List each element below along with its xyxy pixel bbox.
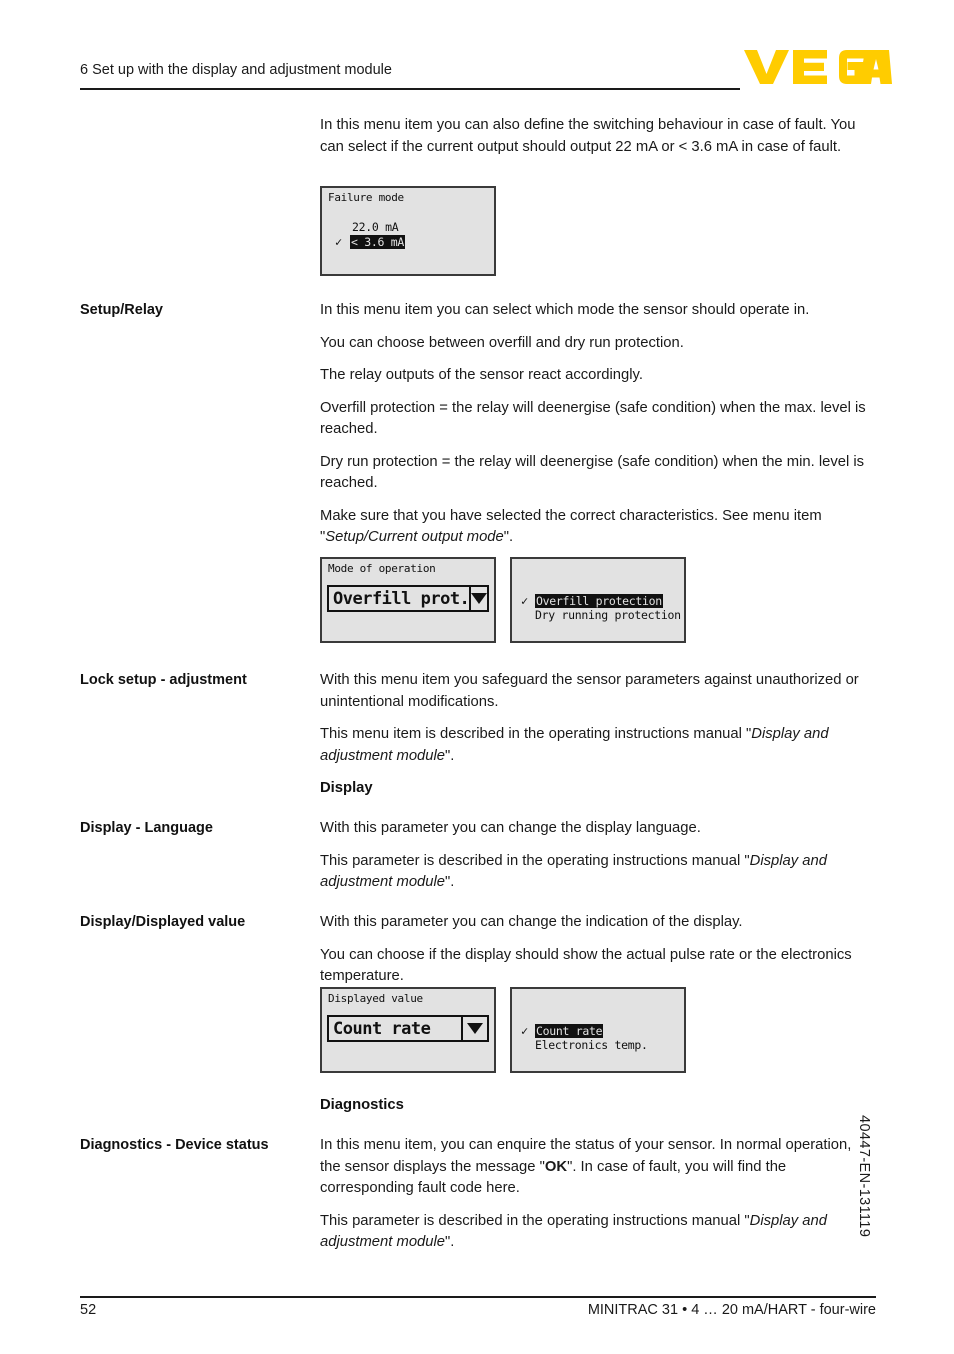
footer-document-line: MINITRAC 31 • 4 … 20 mA/HART - four-wire (587, 1302, 876, 1318)
paragraph: With this parameter you can change the i… (320, 914, 743, 930)
lcd-option-overfill[interactable]: Overfill protection (535, 594, 663, 608)
paragraph-with-bold: In this menu item, you can enquire the s… (320, 1137, 852, 1196)
lcd-dropdown-field[interactable]: Overfill prot. (327, 585, 489, 612)
page-header: 6 Set up with the display and adjustment… (80, 62, 740, 79)
lcd-dropdown-field[interactable]: Count rate (327, 1015, 489, 1042)
lcd-dropdown-value: Count rate (333, 1018, 431, 1039)
lcd-mode-of-operation-list: ✓ Overfill protection Dry running protec… (510, 557, 686, 643)
paragraph: Overfill protection = the relay will dee… (320, 399, 866, 438)
lcd-option-22ma: 22.0 mA (352, 220, 399, 234)
header-divider (80, 88, 740, 90)
chapter-title: 6 Set up with the display and adjustment… (80, 62, 392, 78)
paragraph: With this menu item you safeguard the se… (320, 672, 859, 710)
paragraph: You can choose if the display should sho… (320, 946, 852, 985)
paragraph: You can choose between overfill and dry … (320, 334, 684, 351)
lcd-mode-of-operation: Mode of operation Overfill prot. (320, 557, 496, 643)
lcd-title: Mode of operation (328, 562, 436, 575)
lcd-title: Failure mode (328, 191, 404, 204)
status-ok-label: OK (544, 1158, 568, 1175)
subhead-display: Display (320, 780, 373, 796)
footer-divider (80, 1296, 876, 1298)
paragraph-with-italic: This parameter is described in the opera… (320, 852, 827, 891)
vega-logo (744, 46, 892, 88)
paragraph: Dry run protection = the relay will deen… (320, 453, 865, 492)
italic-manual-ref: Display and adjustment module (320, 726, 829, 764)
lcd-option-dry-running[interactable]: Dry running protection (535, 608, 681, 622)
paragraph: In this menu item you can select which m… (320, 302, 810, 318)
lcd-displayed-value: Displayed value Count rate (320, 987, 496, 1073)
paragraph: With this parameter you can change the d… (320, 820, 701, 836)
section-display-language-text: With this parameter you can change the d… (320, 818, 876, 894)
chevron-down-icon[interactable] (461, 1017, 487, 1040)
label-diagnostics-device-status: Diagnostics - Device status (80, 1137, 269, 1153)
lcd-option-count-rate[interactable]: Count rate (535, 1024, 604, 1038)
intro-text: In this menu item you can also define th… (320, 115, 876, 158)
lcd-title: Displayed value (328, 992, 423, 1005)
italic-menu-ref: Setup/Current output mode (325, 529, 504, 545)
label-setup-relay: Setup/Relay (80, 302, 163, 318)
section-displayed-value-text: With this parameter you can change the i… (320, 912, 876, 988)
paragraph-with-italic: Make sure that you have selected the cor… (320, 507, 822, 546)
lcd-failure-mode: Failure mode 22.0 mA ✓ < 3.6 mA (320, 186, 496, 276)
section-lock-setup-text: With this menu item you safeguard the se… (320, 670, 876, 767)
chevron-down-icon[interactable] (469, 587, 488, 610)
label-displayed-value: Display/Displayed value (80, 914, 246, 930)
check-icon: ✓ (521, 1024, 529, 1038)
page-number: 52 (80, 1302, 97, 1318)
label-display-language: Display - Language (80, 820, 213, 836)
lcd-displayed-value-list: ✓ Count rate Electronics temp. (510, 987, 686, 1073)
lcd-dropdown-value: Overfill prot. (333, 588, 470, 609)
section-diagnostics-text: In this menu item, you can enquire the s… (320, 1135, 876, 1254)
label-lock-setup: Lock setup - adjustment (80, 672, 247, 688)
triangle-glyph (467, 1023, 483, 1034)
document-page: 6 Set up with the display and adjustment… (0, 0, 954, 1354)
lcd-option-electronics-temp[interactable]: Electronics temp. (535, 1038, 648, 1052)
check-icon: ✓ (335, 235, 343, 249)
triangle-glyph (471, 593, 488, 604)
paragraph-with-italic: This parameter is described in the opera… (320, 1212, 827, 1251)
section-setup-relay-text: In this menu item you can select which m… (320, 300, 876, 549)
lcd-option-3-6ma: < 3.6 mA (350, 235, 405, 249)
paragraph-with-italic: This menu item is described in the opera… (320, 726, 829, 764)
subhead-diagnostics: Diagnostics (320, 1097, 404, 1113)
document-side-code: 40447-EN-131119 (856, 1115, 872, 1238)
italic-manual-ref: Display and adjustment module (320, 1212, 827, 1251)
intro-paragraph: In this menu item you can also define th… (320, 117, 856, 155)
italic-manual-ref: Display and adjustment module (320, 852, 827, 891)
check-icon: ✓ (521, 594, 529, 608)
paragraph: The relay outputs of the sensor react ac… (320, 367, 643, 383)
